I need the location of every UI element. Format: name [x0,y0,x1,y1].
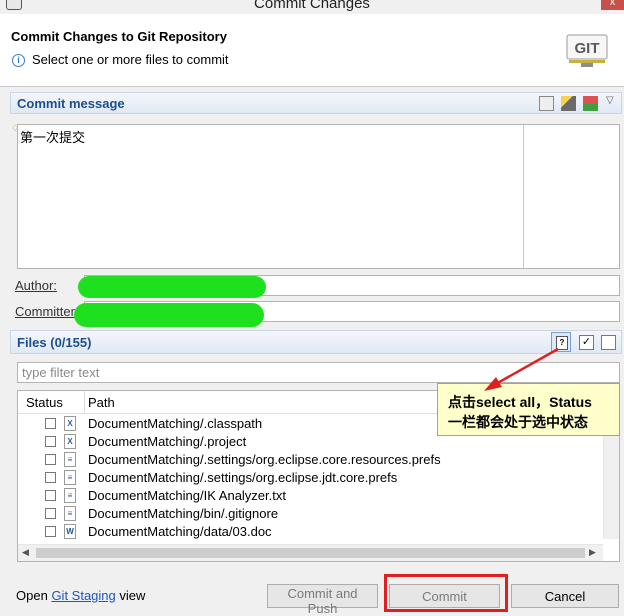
status-column-header[interactable]: Status [26,395,63,410]
commit-message-textarea[interactable]: 第一次提交 [17,124,620,269]
text-file-icon: ≡ [64,488,76,503]
commit-and-push-button[interactable]: Commit and Push [267,584,378,616]
row-checkbox[interactable] [45,490,56,501]
banner-subtitle: Select one or more files to commit [32,52,229,67]
cancel-button[interactable]: Cancel [511,584,619,608]
horizontal-scroll-thumb[interactable] [36,548,585,558]
open-suffix: view [119,588,146,603]
row-checkbox[interactable] [45,472,56,483]
message-ruler [523,125,524,268]
row-checkbox[interactable] [45,454,56,465]
spell-check-icon[interactable] [539,96,554,111]
author-redaction [78,276,266,298]
commit-highlight-box [384,574,508,612]
committer-redaction [74,303,264,327]
table-row[interactable]: ≡ DocumentMatching/.settings/org.eclipse… [18,451,603,469]
row-checkbox[interactable] [45,436,56,447]
table-row[interactable]: ≡ DocumentMatching/.settings/org.eclipse… [18,469,603,487]
git-staging-link[interactable]: Git Staging [51,588,115,603]
open-prefix: Open [16,588,48,603]
text-file-icon: ≡ [64,470,76,485]
file-path: DocumentMatching/.settings/org.eclipse.c… [88,452,441,467]
info-icon: i [12,54,25,67]
file-path: DocumentMatching/bin/.gitignore [88,506,279,521]
committer-label: Committer: [15,304,79,319]
word-file-icon: W [64,524,76,539]
xml-file-icon: X [64,416,76,431]
chevron-down-icon[interactable]: ▽ [606,95,614,106]
git-logo-icon: GIT [566,34,608,67]
row-checkbox[interactable] [45,418,56,429]
annotation-arrow-icon [484,347,559,391]
window-title: Commit Changes [254,0,370,12]
file-path: DocumentMatching/.project [88,434,247,449]
files-title: Files (0/155) [17,335,92,350]
annotation-line-1: 点击select all，Status [448,394,592,410]
table-row[interactable]: W DocumentMatching/data/03.doc [18,523,603,541]
file-path: DocumentMatching/data/03.doc [88,524,272,539]
file-path: DocumentMatching/.classpath [88,416,263,431]
add-change-id-icon[interactable] [583,96,598,111]
dialog-banner: Commit Changes to Git Repository i Selec… [0,14,624,87]
row-checkbox[interactable] [45,508,56,519]
scroll-right-icon[interactable]: ▶ [589,547,596,558]
row-checkbox[interactable] [45,526,56,537]
close-window-button[interactable]: x [601,0,624,10]
deselect-all-icon[interactable] [601,335,616,350]
commit-message-text: 第一次提交 [20,130,86,145]
git-logo-text: GIT [575,40,600,57]
file-path: DocumentMatching/IK Analyzer.txt [88,488,286,503]
select-all-icon[interactable]: ✓ [579,335,594,350]
commit-message-section-header: Commit message ▽ [10,92,622,114]
path-column-header[interactable]: Path [88,395,115,410]
table-row[interactable]: ≡ DocumentMatching/IK Analyzer.txt [18,487,603,505]
horizontal-scrollbar[interactable]: ◀ ▶ [18,544,603,561]
author-label: Author: [15,278,57,293]
text-file-icon: ≡ [64,506,76,521]
title-bar: Commit Changes x [0,0,624,14]
xml-file-icon: X [64,434,76,449]
scroll-left-icon[interactable]: ◀ [22,547,29,558]
banner-title: Commit Changes to Git Repository [11,29,227,44]
table-row[interactable]: ≡ DocumentMatching/bin/.gitignore [18,505,603,523]
file-path: DocumentMatching/.settings/org.eclipse.j… [88,470,398,485]
commit-message-title: Commit message [17,96,125,111]
open-staging-text: Open Git Staging view [16,588,145,603]
text-file-icon: ≡ [64,452,76,467]
annotation-line-2: 一栏都会处于选中状态 [448,414,588,430]
signed-off-icon[interactable] [561,96,576,111]
column-divider [84,391,85,413]
